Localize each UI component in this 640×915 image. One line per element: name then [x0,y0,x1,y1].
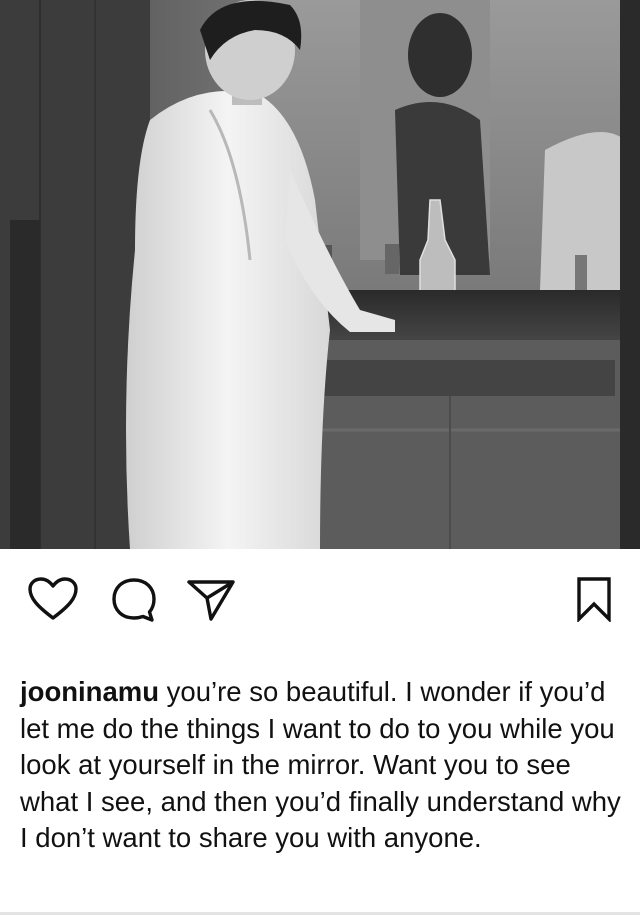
speech-bubble-icon[interactable] [110,577,158,628]
bookmark-icon[interactable] [576,576,612,627]
photo-illustration [0,0,640,549]
paper-plane-icon[interactable] [186,578,236,627]
heart-icon[interactable] [27,576,79,627]
post-action-bar [0,549,640,654]
post-caption: jooninamu you’re so beautiful. I wonder … [20,674,625,857]
post-photo[interactable] [0,0,640,549]
caption-username[interactable]: jooninamu [20,676,159,707]
